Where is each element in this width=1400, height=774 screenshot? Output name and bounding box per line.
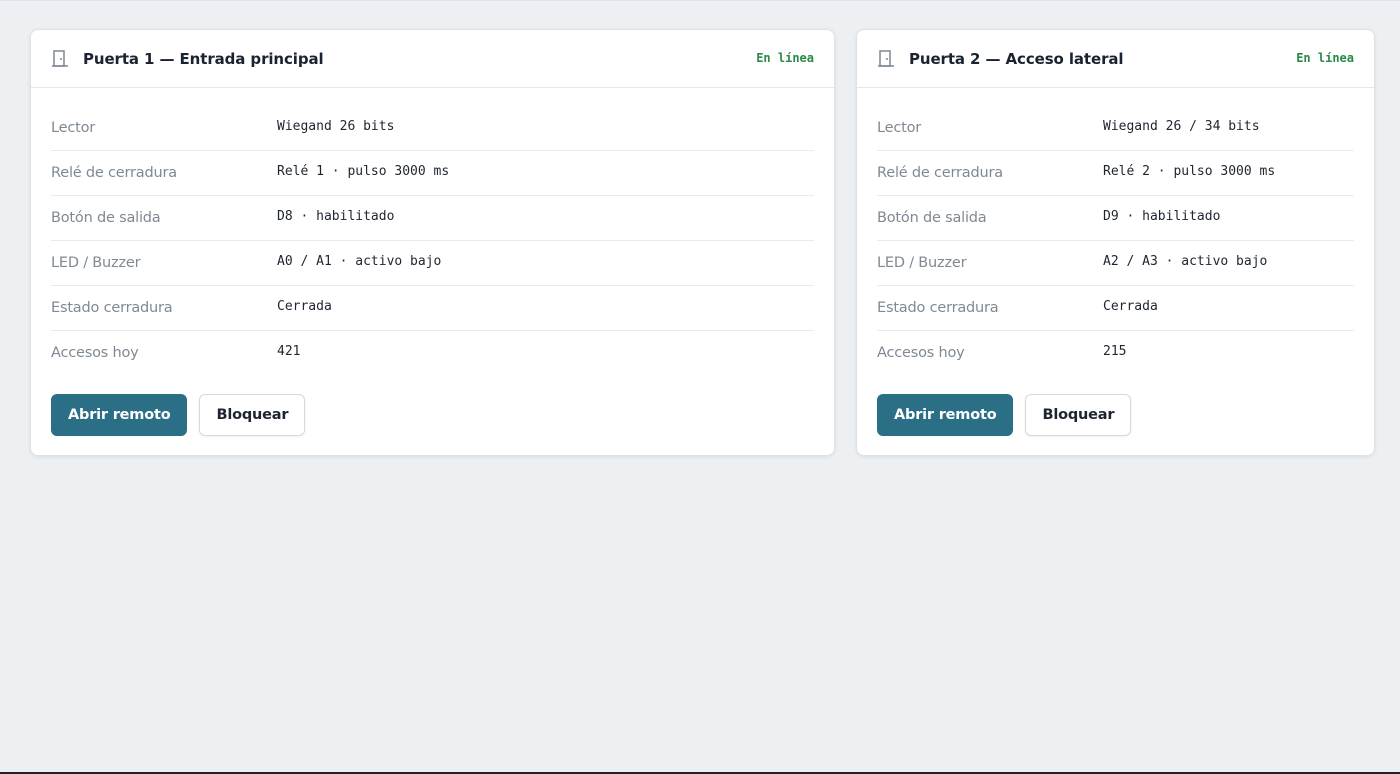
detail-label: Estado cerradura — [51, 300, 173, 316]
detail-label: Botón de salida — [877, 210, 987, 226]
detail-row-lock-state: Estado cerradura Cerrada — [51, 286, 814, 331]
detail-row-exit-button: Botón de salida D9 · habilitado — [877, 196, 1354, 241]
detail-label: LED / Buzzer — [877, 255, 967, 271]
detail-label: Lector — [51, 120, 96, 136]
door-card-1: Puerta 1 — Entrada principal En línea Le… — [30, 29, 835, 456]
detail-value: Relé 2 · pulso 3000 ms — [1103, 163, 1276, 179]
door-card-2: Puerta 2 — Acceso lateral En línea Lecto… — [856, 29, 1375, 456]
page: Puerta 1 — Entrada principal En línea Le… — [0, 0, 1400, 774]
detail-value: Wiegand 26 / 34 bits — [1103, 118, 1260, 134]
detail-row-relay: Relé de cerradura Relé 2 · pulso 3000 ms — [877, 151, 1354, 196]
status-badge: En línea — [1296, 51, 1354, 65]
door-details: Lector Wiegand 26 bits Relé de cerradura… — [31, 106, 834, 375]
detail-label: Relé de cerradura — [51, 165, 177, 181]
door-icon — [877, 49, 895, 69]
door-details: Lector Wiegand 26 / 34 bits Relé de cerr… — [857, 106, 1374, 375]
status-badge: En línea — [756, 51, 814, 65]
door-card-header: Puerta 2 — Acceso lateral En línea — [857, 30, 1374, 88]
detail-value: Wiegand 26 bits — [277, 118, 395, 134]
detail-row-access-count: Accesos hoy 421 — [51, 331, 814, 375]
detail-value: Cerrada — [1103, 298, 1158, 314]
detail-value: Relé 1 · pulso 3000 ms — [277, 163, 450, 179]
detail-label: Estado cerradura — [877, 300, 999, 316]
open-remote-button[interactable]: Abrir remoto — [51, 394, 188, 436]
door-title: Puerta 1 — Entrada principal — [83, 49, 324, 68]
detail-value: A2 / A3 · activo bajo — [1103, 253, 1268, 269]
detail-value: 215 — [1103, 343, 1127, 359]
door-icon — [51, 49, 69, 69]
detail-label: Accesos hoy — [877, 345, 965, 361]
detail-value: Cerrada — [277, 298, 332, 314]
detail-value: 421 — [277, 343, 301, 359]
detail-value: D8 · habilitado — [277, 208, 395, 224]
detail-row-relay: Relé de cerradura Relé 1 · pulso 3000 ms — [51, 151, 814, 196]
detail-row-reader: Lector Wiegand 26 bits — [51, 106, 814, 151]
detail-label: Accesos hoy — [51, 345, 139, 361]
door-title: Puerta 2 — Acceso lateral — [909, 49, 1124, 68]
detail-label: LED / Buzzer — [51, 255, 141, 271]
lock-button[interactable]: Bloquear — [1025, 394, 1132, 436]
door-actions: Abrir remoto Bloquear — [31, 394, 834, 436]
detail-row-led-buzzer: LED / Buzzer A2 / A3 · activo bajo — [877, 241, 1354, 286]
open-remote-button[interactable]: Abrir remoto — [877, 394, 1014, 436]
lock-button[interactable]: Bloquear — [199, 394, 306, 436]
detail-value: A0 / A1 · activo bajo — [277, 253, 442, 269]
detail-row-lock-state: Estado cerradura Cerrada — [877, 286, 1354, 331]
detail-row-exit-button: Botón de salida D8 · habilitado — [51, 196, 814, 241]
detail-label: Lector — [877, 120, 922, 136]
door-actions: Abrir remoto Bloquear — [857, 394, 1374, 436]
detail-value: D9 · habilitado — [1103, 208, 1221, 224]
door-card-header: Puerta 1 — Entrada principal En línea — [31, 30, 834, 88]
detail-label: Relé de cerradura — [877, 165, 1003, 181]
detail-label: Botón de salida — [51, 210, 161, 226]
detail-row-access-count: Accesos hoy 215 — [877, 331, 1354, 375]
detail-row-led-buzzer: LED / Buzzer A0 / A1 · activo bajo — [51, 241, 814, 286]
detail-row-reader: Lector Wiegand 26 / 34 bits — [877, 106, 1354, 151]
